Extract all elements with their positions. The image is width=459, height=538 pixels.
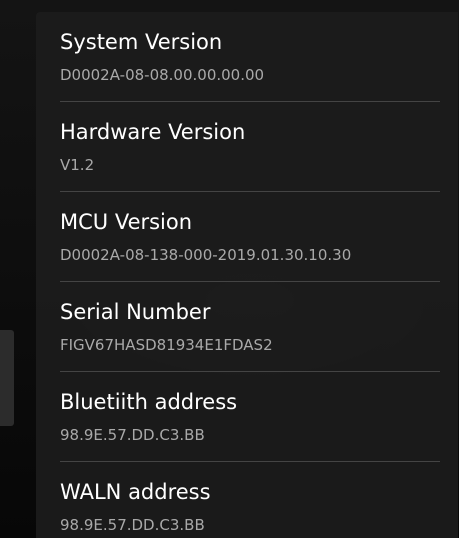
row-divider [60, 461, 440, 462]
serial-number-title: Serial Number [60, 300, 211, 324]
system-version-title: System Version [60, 30, 223, 54]
bluetooth-address-row[interactable]: Bluetiith address 98.9E.57.DD.C3.BB [60, 388, 440, 462]
mcu-version-value: D0002A-08-138-000-2019.01.30.10.30 [60, 246, 352, 264]
wlan-address-title: WALN address [60, 480, 211, 504]
mcu-version-title: MCU Version [60, 210, 193, 234]
serial-number-row[interactable]: Serial Number FIGV67HASD81934E1FDAS2 [60, 298, 440, 372]
row-divider [60, 371, 440, 372]
hardware-version-value: V1.2 [60, 156, 95, 174]
bluetooth-address-value: 98.9E.57.DD.C3.BB [60, 426, 205, 444]
row-divider [60, 191, 440, 192]
row-divider [60, 101, 440, 102]
device-info-panel[interactable]: System Version D0002A-08-08.00.00.00.00 … [36, 12, 458, 538]
bluetooth-address-title: Bluetiith address [60, 390, 238, 414]
system-version-row[interactable]: System Version D0002A-08-08.00.00.00.00 [60, 28, 440, 102]
row-divider [60, 281, 440, 282]
serial-number-value: FIGV67HASD81934E1FDAS2 [60, 336, 273, 354]
mcu-version-row[interactable]: MCU Version D0002A-08-138-000-2019.01.30… [60, 208, 440, 282]
wlan-address-value: 98.9E.57.DD.C3.BB [60, 516, 205, 534]
hardware-version-row[interactable]: Hardware Version V1.2 [60, 118, 440, 192]
hardware-version-title: Hardware Version [60, 120, 246, 144]
system-version-value: D0002A-08-08.00.00.00.00 [60, 66, 265, 84]
wlan-address-row[interactable]: WALN address 98.9E.57.DD.C3.BB [60, 478, 440, 538]
side-handle [0, 330, 14, 426]
